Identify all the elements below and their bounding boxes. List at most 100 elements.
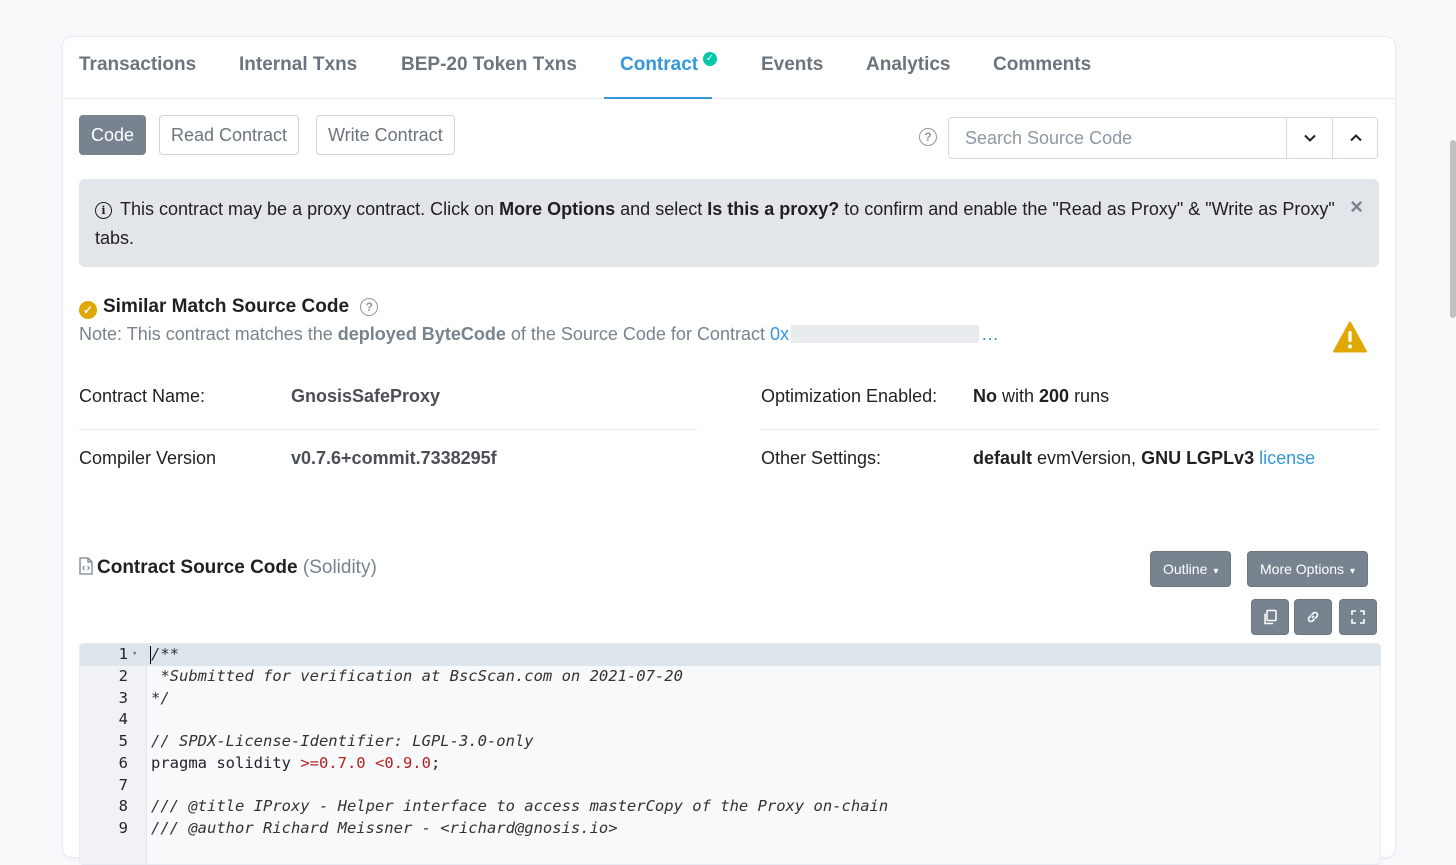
- note-suffix: of the Source Code for Contract: [505, 324, 770, 344]
- alert-text-1: This contract may be a proxy contract. C…: [120, 199, 500, 219]
- contract-name-label: Contract Name:: [79, 386, 206, 406]
- settings-bold-1: default: [973, 448, 1033, 468]
- search-next-button[interactable]: [1286, 118, 1333, 158]
- tab-contract[interactable]: Contract: [603, 37, 713, 99]
- note-bold: deployed ByteCode: [337, 324, 506, 344]
- tab-contract-label: Contract: [620, 54, 699, 75]
- address-ellipsis: …: [980, 324, 999, 344]
- more-options-button[interactable]: More Options ▾: [1247, 551, 1369, 587]
- chevron-down-icon: ▾: [1213, 566, 1219, 577]
- tab-comments[interactable]: Comments: [993, 37, 1091, 98]
- code-line: 6 pragma solidity >=0.7.0 <0.9.0;: [80, 753, 1380, 775]
- divider: [761, 429, 1379, 430]
- search-box: [948, 117, 1378, 159]
- address-redacted: [790, 325, 979, 343]
- similar-match-help-icon[interactable]: ?: [360, 298, 379, 316]
- code-text: pragma solidity >=0.7.0 <0.9.0;: [151, 753, 441, 772]
- similar-match-title: ✓ Similar Match Source Code ?: [79, 296, 379, 319]
- copy-icon: [1264, 609, 1277, 625]
- code-text: /// @title IProxy - Helper interface to …: [151, 797, 889, 816]
- code-line: 4: [80, 709, 1380, 731]
- fold-icon[interactable]: ▾: [132, 644, 137, 666]
- more-options-label: More Options: [1260, 561, 1345, 577]
- similar-match-note: Note: This contract matches the deployed…: [79, 324, 999, 345]
- warning-icon: [1333, 321, 1367, 353]
- alert-is-proxy: Is this a proxy?: [707, 199, 840, 219]
- line-number: 2: [118, 666, 128, 685]
- chevron-down-icon: ▾: [1350, 566, 1356, 577]
- version-number: <0.9.0: [374, 753, 431, 772]
- similar-match-label: Similar Match Source Code: [103, 296, 350, 317]
- line-number: 8: [118, 797, 128, 816]
- contract-name-text: GnosisSafeProxy: [291, 386, 441, 406]
- line-number: 7: [118, 775, 128, 794]
- contract-name-value: GnosisSafeProxy: [291, 386, 440, 407]
- source-code-title: Contract Source Code (Solidity): [79, 557, 377, 579]
- link-button[interactable]: [1294, 599, 1332, 635]
- code-text: // SPDX-License-Identifier: LGPL-3.0-onl…: [151, 732, 534, 750]
- line-number: 4: [118, 710, 128, 729]
- line-number: 9: [118, 819, 128, 837]
- other-settings-label: Other Settings:: [761, 448, 882, 468]
- code-line: 3 */: [80, 688, 1380, 710]
- read-contract-button[interactable]: Read Contract: [159, 115, 300, 155]
- contract-card: Transactions Internal Txns BEP-20 Token …: [62, 36, 1396, 865]
- help-icon[interactable]: ?: [919, 128, 937, 146]
- optimization-label: Optimization Enabled:: [761, 386, 938, 406]
- code-line: 8 /// @title IProxy - Helper interface to…: [80, 796, 1380, 818]
- code-text: *Submitted for verification at BscScan.c…: [151, 666, 683, 685]
- compiler-version-label: Compiler Version: [79, 448, 217, 468]
- tab-events[interactable]: Events: [761, 37, 823, 98]
- tab-analytics[interactable]: Analytics: [866, 37, 950, 98]
- line-number: 5: [118, 732, 128, 750]
- alert-text-2: and select: [615, 199, 708, 219]
- check-circle-icon: ✓: [79, 301, 97, 319]
- compiler-version-text: v0.7.6+commit.7338295f: [291, 448, 497, 468]
- fullscreen-button[interactable]: [1339, 599, 1377, 635]
- link-icon: [1307, 611, 1319, 623]
- close-icon[interactable]: ×: [1350, 192, 1363, 221]
- note-prefix: Note: This contract matches the: [79, 324, 338, 344]
- optimization-suffix: runs: [1069, 386, 1110, 406]
- contract-address-link[interactable]: 0x …: [770, 324, 999, 344]
- code-line: 9 /// @author Richard Meissner - <richard…: [80, 818, 1380, 840]
- code-line: 7: [80, 775, 1380, 797]
- tab-transactions[interactable]: Transactions: [79, 37, 196, 98]
- tab-internal-txns[interactable]: Internal Txns: [239, 37, 357, 98]
- info-icon: i: [95, 202, 112, 219]
- optimization-runs: 200: [1039, 386, 1070, 406]
- optimization-value: No with 200 runs: [973, 386, 1109, 407]
- write-contract-button[interactable]: Write Contract: [316, 115, 455, 155]
- source-title-text: Contract Source Code: [97, 557, 298, 578]
- optimization-mid: with: [997, 386, 1040, 406]
- file-code-icon: [79, 557, 93, 575]
- chevron-up-icon: [1350, 134, 1362, 142]
- chevron-down-icon: [1304, 134, 1316, 142]
- other-settings-value: default evmVersion, GNU LGPLv3 license: [973, 448, 1315, 469]
- proxy-alert: i This contract may be a proxy contract. …: [79, 179, 1379, 267]
- divider: [79, 429, 697, 430]
- search-input[interactable]: [949, 118, 1286, 158]
- code-line: 1 ▾ /**: [80, 644, 1380, 666]
- fullscreen-icon: [1351, 610, 1365, 624]
- settings-bold-2: GNU LGPLv3: [1141, 448, 1255, 468]
- line-number: 3: [118, 688, 128, 707]
- address-prefix: 0x: [769, 324, 789, 344]
- alert-more-options: More Options: [499, 199, 616, 219]
- copy-button[interactable]: [1251, 599, 1289, 635]
- code-button[interactable]: Code: [79, 115, 147, 155]
- line-number: 6: [118, 753, 128, 772]
- code-line: 2 *Submitted for verification at BscScan…: [80, 666, 1380, 688]
- line-number: 1: [118, 645, 128, 663]
- code-text: /// @author Richard Meissner - <richard@…: [151, 819, 618, 837]
- code-text: */: [151, 688, 170, 707]
- tab-bep20-token-txns[interactable]: BEP-20 Token Txns: [401, 37, 577, 98]
- page-scrollbar[interactable]: [1450, 140, 1456, 318]
- settings-mid: evmVersion,: [1032, 448, 1142, 468]
- compiler-version-value: v0.7.6+commit.7338295f: [291, 448, 497, 469]
- outline-button[interactable]: Outline ▾: [1150, 551, 1232, 587]
- search-prev-button[interactable]: [1332, 118, 1379, 158]
- outline-label: Outline: [1163, 561, 1208, 577]
- code-editor[interactable]: 1 ▾ /** 2 *Submitted for verification at B…: [79, 643, 1381, 865]
- license-link[interactable]: license: [1259, 448, 1315, 468]
